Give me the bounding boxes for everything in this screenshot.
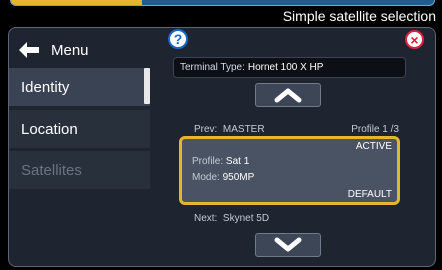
sidebar-item-identity[interactable]: Identity [9,68,150,106]
sidebar-item-location[interactable]: Location [9,110,150,148]
chevron-up-icon [274,88,302,103]
previous-profile-button[interactable] [255,83,321,107]
next-value: Skynet 5D [222,213,270,224]
current-profile-card[interactable]: ACTIVE Profile: Sat 1 Mode: 950MP DEFAUL… [179,136,400,205]
profile-row: Profile: Sat 1 [192,156,249,167]
caption: Simple satellite selection [282,8,436,24]
previous-profile-line: Prev: MASTER Profile 1 /3 [194,124,399,135]
menu-label: Menu [51,41,89,59]
selection-indicator [144,68,150,104]
sidebar-item-label: Satellites [21,161,82,179]
terminal-type-field: Terminal Type: Hornet 100 X HP [173,57,406,78]
mode-row: Mode: 950MP [192,172,254,183]
help-icon[interactable]: ? [168,29,188,49]
default-badge: DEFAULT [347,189,392,200]
terminal-type-label: Terminal Type: [180,62,245,73]
sidebar-item-satellites[interactable]: Satellites [9,151,150,189]
mode-label: Mode: [192,172,220,183]
settings-panel: Menu Identity Location Satellites ? × Te… [8,27,436,267]
mode-value: 950MP [222,172,255,183]
prev-value: MASTER [222,124,265,135]
progress-bar [10,0,435,6]
progress-fill [11,0,143,5]
prev-label: Prev: [194,124,218,135]
profile-value: Sat 1 [225,156,250,167]
sidebar-item-label: Identity [21,78,70,96]
chevron-down-icon [274,237,302,252]
profile-label: Profile: [192,156,224,167]
back-arrow-icon [19,42,39,58]
status-badge: ACTIVE [355,141,392,152]
sidebar: Menu Identity Location Satellites [9,28,152,266]
terminal-type-value: Hornet 100 X HP [247,62,324,73]
next-profile-line: Next: Skynet 5D [194,213,269,224]
next-label: Next: [194,213,218,224]
sidebar-item-label: Location [21,120,78,138]
menu-button[interactable]: Menu [17,38,89,62]
next-profile-button[interactable] [255,233,321,257]
close-icon[interactable]: × [405,30,424,49]
profile-counter: Profile 1 /3 [351,124,399,135]
